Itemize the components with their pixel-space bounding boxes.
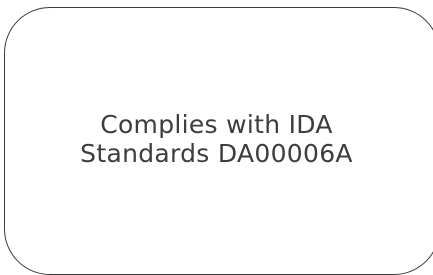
compliance-text: Complies with IDA Standards DA00006A [0,110,433,168]
compliance-line-2: Standards DA00006A [80,139,353,168]
compliance-line-1: Complies with IDA [100,110,333,139]
